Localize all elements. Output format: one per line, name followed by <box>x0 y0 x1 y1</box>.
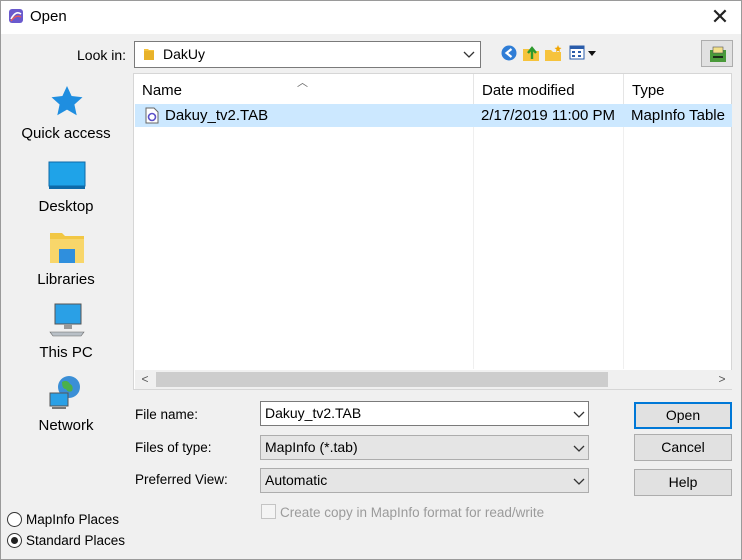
extra-tool-icon <box>710 46 726 62</box>
scroll-thumb[interactable] <box>156 372 608 387</box>
place-label: Quick access <box>21 125 111 142</box>
places-bar: Quick access Desktop Libraries This PC N… <box>7 73 125 465</box>
create-copy-checkbox[interactable] <box>261 504 276 519</box>
mapinfo-places-radio[interactable] <box>7 512 22 527</box>
network-icon <box>49 376 80 409</box>
files-of-type-label: Files of type: <box>135 440 212 455</box>
title-bar <box>0 0 742 34</box>
look-in-value: DakUy <box>163 46 206 62</box>
place-label: Network <box>38 417 94 434</box>
sort-ascending-icon: ︿ <box>297 77 308 89</box>
open-button[interactable]: Open <box>634 402 732 429</box>
look-in-label: Look in: <box>77 47 127 63</box>
star-icon <box>51 86 83 116</box>
chevron-down-icon[interactable] <box>572 406 586 422</box>
table-row[interactable]: Dakuy_tv2.TAB 2/17/2019 11:00 PM MapInfo… <box>135 104 732 127</box>
back-icon[interactable] <box>499 43 519 63</box>
mapinfo-places-label[interactable]: MapInfo Places <box>26 512 119 527</box>
preferred-view-select[interactable]: Automatic <box>260 468 589 493</box>
libraries-icon <box>50 233 84 263</box>
column-divider <box>473 104 474 369</box>
column-divider <box>623 104 624 369</box>
file-name-value: Dakuy_tv2.TAB <box>265 405 362 421</box>
close-icon: ✕ <box>710 3 730 29</box>
chevron-down-icon <box>573 445 585 452</box>
file-name-field[interactable]: Dakuy_tv2.TAB <box>260 401 589 426</box>
standard-places-radio[interactable] <box>7 533 22 548</box>
files-of-type-select[interactable]: MapInfo (*.tab) <box>260 435 589 460</box>
horizontal-scrollbar[interactable]: < > <box>135 370 732 389</box>
file-date-cell: 2/17/2019 11:00 PM <box>481 107 615 124</box>
mapinfo-table-file-icon <box>145 107 159 124</box>
up-folder-icon[interactable] <box>521 43 541 63</box>
radio-selected-dot <box>11 537 18 544</box>
look-in-combo[interactable]: DakUy <box>134 41 481 68</box>
place-this-pc[interactable]: This PC <box>7 292 125 364</box>
close-button[interactable]: ✕ <box>700 0 740 33</box>
place-desktop[interactable]: Desktop <box>7 146 125 218</box>
column-header-type[interactable]: Type <box>623 74 733 104</box>
create-copy-label: Create copy in MapInfo format for read/w… <box>280 505 545 520</box>
place-libraries[interactable]: Libraries <box>7 219 125 291</box>
scroll-right-icon[interactable]: > <box>712 370 732 389</box>
place-network[interactable]: Network <box>7 365 125 437</box>
extra-tool-button[interactable] <box>701 40 733 67</box>
column-header-date-modified[interactable]: Date modified <box>473 74 623 104</box>
cancel-button[interactable]: Cancel <box>634 434 732 461</box>
desktop-icon <box>48 161 86 189</box>
place-label: Libraries <box>37 271 95 288</box>
help-button[interactable]: Help <box>634 469 732 496</box>
scroll-left-icon[interactable]: < <box>135 370 155 389</box>
place-label: Desktop <box>38 198 94 215</box>
files-of-type-value: MapInfo (*.tab) <box>265 439 358 455</box>
file-name-label: File name: <box>135 407 199 422</box>
new-folder-icon[interactable] <box>543 43 563 63</box>
chevron-down-icon[interactable] <box>461 45 477 63</box>
standard-places-label[interactable]: Standard Places <box>26 533 125 548</box>
place-quick-access[interactable]: Quick access <box>7 73 125 145</box>
mapinfo-app-icon <box>9 9 23 23</box>
preferred-view-value: Automatic <box>265 472 328 488</box>
folder-icon <box>144 49 154 60</box>
chevron-down-icon <box>573 478 585 485</box>
file-type-cell: MapInfo Table <box>631 107 725 124</box>
window-title: Open <box>30 8 67 25</box>
place-label: This PC <box>39 344 93 361</box>
file-list[interactable]: Name ︿ Date modified Type Dakuy_tv2.TAB … <box>133 73 732 390</box>
preferred-view-label: Preferred View: <box>135 472 228 487</box>
views-menu-icon[interactable] <box>568 43 598 63</box>
computer-icon <box>49 303 85 337</box>
file-name-cell: Dakuy_tv2.TAB <box>165 107 269 124</box>
